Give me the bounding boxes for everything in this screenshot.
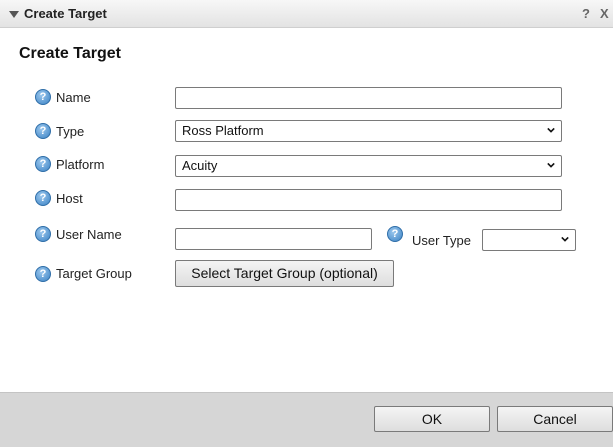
platform-select-value: Acuity — [182, 158, 218, 173]
type-select[interactable]: Ross Platform — [175, 120, 562, 142]
user-type-label: User Type — [412, 233, 472, 248]
select-target-group-button[interactable]: Select Target Group (optional) — [175, 260, 394, 287]
help-icon[interactable]: ? — [35, 89, 51, 105]
host-input[interactable] — [175, 189, 562, 211]
name-label: Name — [56, 90, 91, 105]
help-icon[interactable]: ? — [35, 190, 51, 206]
help-icon[interactable]: ? — [35, 266, 51, 282]
type-label: Type — [56, 124, 85, 139]
dialog-titlebar: Create Target ? X — [0, 0, 613, 28]
collapse-triangle-icon[interactable] — [9, 11, 19, 18]
platform-select[interactable]: Acuity — [175, 155, 562, 177]
help-icon[interactable]: ? — [387, 226, 403, 242]
help-icon[interactable]: ? — [35, 226, 51, 242]
user-name-label: User Name — [56, 227, 122, 242]
dialog-footer: OK Cancel — [0, 392, 613, 447]
help-icon[interactable]: ? — [35, 123, 51, 139]
target-group-label: Target Group — [56, 266, 132, 281]
help-button[interactable]: ? — [582, 6, 590, 21]
help-icon[interactable]: ? — [35, 156, 51, 172]
cancel-button[interactable]: Cancel — [497, 406, 613, 432]
user-type-select[interactable] — [482, 229, 576, 251]
close-button[interactable]: X — [600, 6, 609, 21]
dialog-title: Create Target — [24, 6, 107, 21]
chevron-down-icon — [561, 236, 569, 242]
host-label: Host — [56, 191, 83, 206]
page-title: Create Target — [19, 45, 121, 62]
ok-button[interactable]: OK — [374, 406, 490, 432]
platform-label: Platform — [56, 157, 105, 172]
chevron-down-icon — [547, 127, 555, 133]
user-name-input[interactable] — [175, 228, 372, 250]
name-input[interactable] — [175, 87, 562, 109]
chevron-down-icon — [547, 162, 555, 168]
type-select-value: Ross Platform — [182, 123, 264, 138]
